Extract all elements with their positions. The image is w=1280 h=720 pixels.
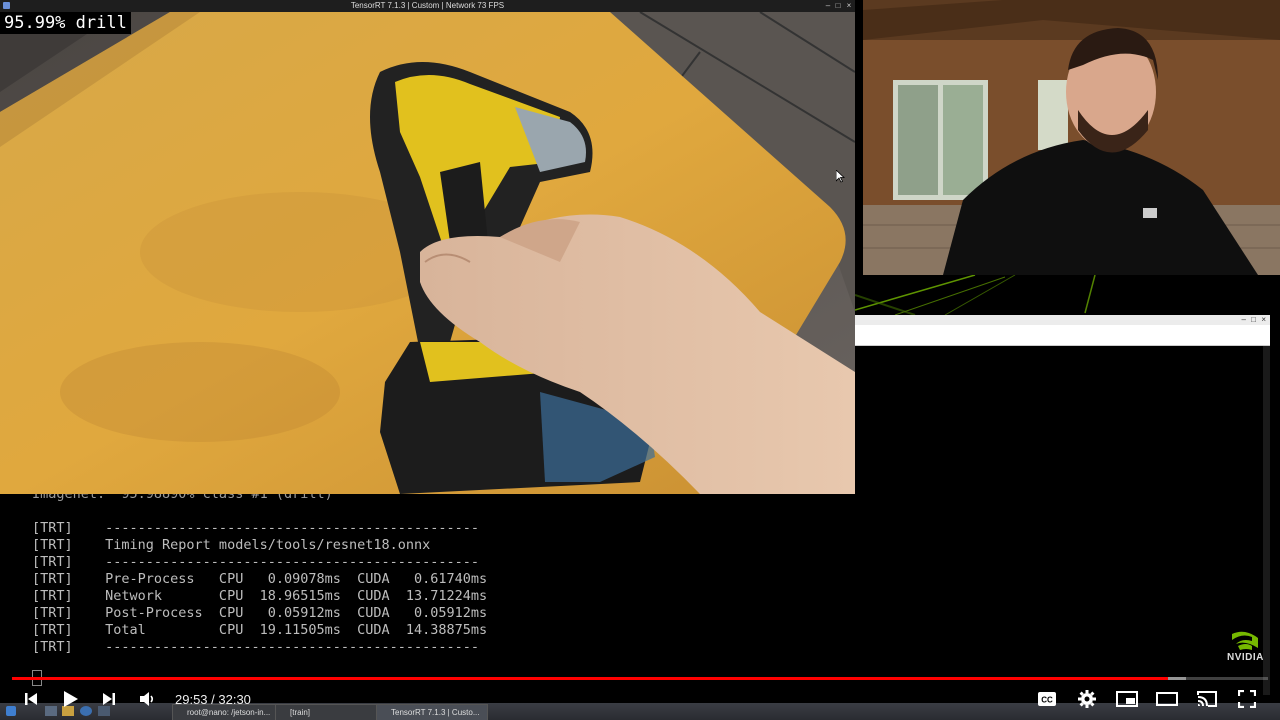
secondary-terminal-titlebar[interactable]: – □ × [855, 315, 1270, 325]
terminal-line: [TRT] Post-Process CPU 0.05912ms CUDA 0.… [32, 605, 488, 621]
fullscreen-icon[interactable] [1234, 684, 1260, 714]
nvidia-watermark: NVIDIA [1227, 652, 1264, 663]
secondary-terminal-body [855, 346, 1263, 695]
minimize-icon[interactable]: – [1242, 315, 1246, 324]
next-icon[interactable] [98, 684, 120, 714]
video-window-title: TensorRT 7.1.3 | Custom | Network 73 FPS [350, 1, 505, 10]
presenter-webcam [863, 0, 1280, 275]
mouse-pointer-icon [836, 170, 845, 183]
close-icon[interactable]: × [1261, 315, 1266, 324]
secondary-terminal-toolbar [855, 325, 1270, 346]
progress-played [12, 677, 1168, 680]
terminal-line: [TRT] Pre-Process CPU 0.09078ms CUDA 0.6… [32, 571, 488, 587]
cast-icon[interactable] [1194, 684, 1220, 714]
screen: { "video_window": { "title": "TensorRT 7… [0, 0, 1280, 720]
play-icon[interactable] [56, 684, 84, 714]
player-controls: 29:53 / 32:30 CC [0, 684, 1280, 714]
settings-icon[interactable] [1075, 684, 1099, 714]
close-icon[interactable]: × [845, 1, 853, 10]
terminal-line: [TRT] ----------------------------------… [32, 520, 480, 536]
miniplayer-icon[interactable] [1114, 684, 1140, 714]
background-graphic [855, 275, 1280, 315]
captions-icon[interactable]: CC [1035, 684, 1059, 714]
camera-feed [0, 12, 855, 494]
svg-text:CC: CC [1041, 696, 1053, 705]
secondary-terminal-window[interactable]: – □ × [855, 315, 1270, 695]
time-display: 29:53 / 32:30 [175, 692, 251, 707]
presenter-image [863, 0, 1280, 275]
volume-icon[interactable] [135, 684, 159, 714]
video-window-titlebar[interactable]: TensorRT 7.1.3 | Custom | Network 73 FPS [0, 0, 855, 12]
progress-bar[interactable] [12, 677, 1268, 680]
video-window[interactable]: TensorRT 7.1.3 | Custom | Network 73 FPS… [0, 0, 855, 494]
classification-overlay: 95.99% drill [0, 12, 131, 34]
camera-image [0, 12, 855, 494]
window-app-icon [3, 2, 10, 9]
terminal-line: [TRT] ----------------------------------… [32, 554, 480, 570]
terminal-line: [TRT] Network CPU 18.96515ms CUDA 13.712… [32, 588, 488, 604]
terminal-line: [TRT] Timing Report models/tools/resnet1… [32, 537, 431, 553]
terminal-line: [TRT] ----------------------------------… [32, 639, 480, 655]
maximize-icon[interactable]: □ [834, 1, 842, 10]
previous-icon[interactable] [20, 684, 42, 714]
minimize-icon[interactable]: – [824, 1, 832, 10]
terminal-line: [TRT] Total CPU 19.11505ms CUDA 14.38875… [32, 622, 488, 638]
maximize-icon[interactable]: □ [1251, 315, 1256, 324]
theater-icon[interactable] [1154, 684, 1180, 714]
